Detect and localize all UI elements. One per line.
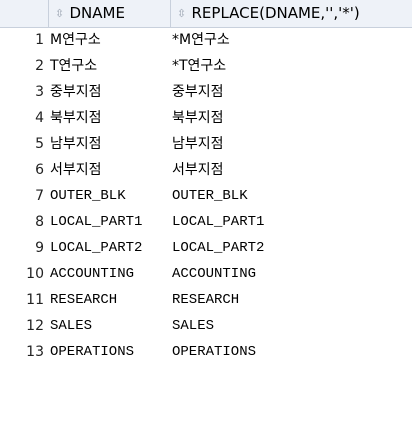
table-row[interactable]: 1 M연구소 *M연구소 bbox=[0, 27, 412, 54]
cell-dname[interactable]: OPERATIONS bbox=[48, 339, 170, 366]
column-header-label: DNAME bbox=[69, 4, 125, 22]
table-row[interactable]: 10 ACCOUNTING ACCOUNTING bbox=[0, 261, 412, 288]
cell-dname[interactable]: 남부지점 bbox=[48, 131, 170, 158]
cell-replaced[interactable]: ACCOUNTING bbox=[170, 261, 412, 288]
column-header-label: REPLACE(DNAME,'','*') bbox=[191, 4, 360, 22]
cell-replaced[interactable]: 남부지점 bbox=[170, 131, 412, 158]
header-row: ⇳ DNAME ⇳ REPLACE(DNAME,'','*') bbox=[0, 0, 412, 28]
cell-dname[interactable]: OUTER_BLK bbox=[48, 183, 170, 210]
rownum-header bbox=[0, 0, 49, 28]
row-number: 11 bbox=[0, 287, 48, 314]
cell-replaced[interactable]: 북부지점 bbox=[170, 105, 412, 132]
cell-replaced[interactable]: 중부지점 bbox=[170, 79, 412, 106]
table-row[interactable]: 7 OUTER_BLK OUTER_BLK bbox=[0, 183, 412, 210]
row-number: 3 bbox=[0, 79, 48, 106]
cell-dname[interactable]: LOCAL_PART1 bbox=[48, 209, 170, 236]
table-row[interactable]: 8 LOCAL_PART1 LOCAL_PART1 bbox=[0, 209, 412, 236]
table-row[interactable]: 2 T연구소 *T연구소 bbox=[0, 53, 412, 80]
cell-dname[interactable]: 서부지점 bbox=[48, 157, 170, 184]
row-number: 6 bbox=[0, 157, 48, 184]
cell-replaced[interactable]: *M연구소 bbox=[170, 27, 412, 54]
sort-icon[interactable]: ⇳ bbox=[53, 0, 67, 27]
cell-dname[interactable]: 중부지점 bbox=[48, 79, 170, 106]
cell-dname[interactable]: T연구소 bbox=[48, 53, 170, 80]
row-number: 2 bbox=[0, 53, 48, 80]
cell-dname[interactable]: 북부지점 bbox=[48, 105, 170, 132]
table-row[interactable]: 13 OPERATIONS OPERATIONS bbox=[0, 339, 412, 366]
cell-replaced[interactable]: RESEARCH bbox=[170, 287, 412, 314]
cell-replaced[interactable]: OUTER_BLK bbox=[170, 183, 412, 210]
cell-replaced[interactable]: LOCAL_PART2 bbox=[170, 235, 412, 262]
row-number: 7 bbox=[0, 183, 48, 210]
cell-dname[interactable]: ACCOUNTING bbox=[48, 261, 170, 288]
cell-replaced[interactable]: *T연구소 bbox=[170, 53, 412, 80]
cell-replaced[interactable]: LOCAL_PART1 bbox=[170, 209, 412, 236]
row-number: 5 bbox=[0, 131, 48, 158]
cell-dname[interactable]: M연구소 bbox=[48, 27, 170, 54]
row-number: 13 bbox=[0, 339, 48, 366]
row-number: 4 bbox=[0, 105, 48, 132]
sort-icon[interactable]: ⇳ bbox=[175, 0, 189, 27]
cell-dname[interactable]: LOCAL_PART2 bbox=[48, 235, 170, 262]
cell-replaced[interactable]: 서부지점 bbox=[170, 157, 412, 184]
cell-replaced[interactable]: SALES bbox=[170, 313, 412, 340]
cell-dname[interactable]: SALES bbox=[48, 313, 170, 340]
table-row[interactable]: 6 서부지점 서부지점 bbox=[0, 157, 412, 184]
column-header-dname[interactable]: ⇳ DNAME bbox=[48, 0, 171, 28]
table-row[interactable]: 12 SALES SALES bbox=[0, 313, 412, 340]
cell-dname[interactable]: RESEARCH bbox=[48, 287, 170, 314]
row-number: 1 bbox=[0, 27, 48, 54]
column-header-replace[interactable]: ⇳ REPLACE(DNAME,'','*') bbox=[170, 0, 412, 28]
cell-replaced[interactable]: OPERATIONS bbox=[170, 339, 412, 366]
table-row[interactable]: 11 RESEARCH RESEARCH bbox=[0, 287, 412, 314]
table-row[interactable]: 3 중부지점 중부지점 bbox=[0, 79, 412, 106]
row-number: 12 bbox=[0, 313, 48, 340]
row-number: 8 bbox=[0, 209, 48, 236]
row-number: 10 bbox=[0, 261, 48, 288]
table-row[interactable]: 4 북부지점 북부지점 bbox=[0, 105, 412, 132]
results-grid: ⇳ DNAME ⇳ REPLACE(DNAME,'','*') 1 M연구소 *M연구… bbox=[0, 0, 412, 366]
row-number: 9 bbox=[0, 235, 48, 262]
table-row[interactable]: 9 LOCAL_PART2 LOCAL_PART2 bbox=[0, 235, 412, 262]
table-row[interactable]: 5 남부지점 남부지점 bbox=[0, 131, 412, 158]
